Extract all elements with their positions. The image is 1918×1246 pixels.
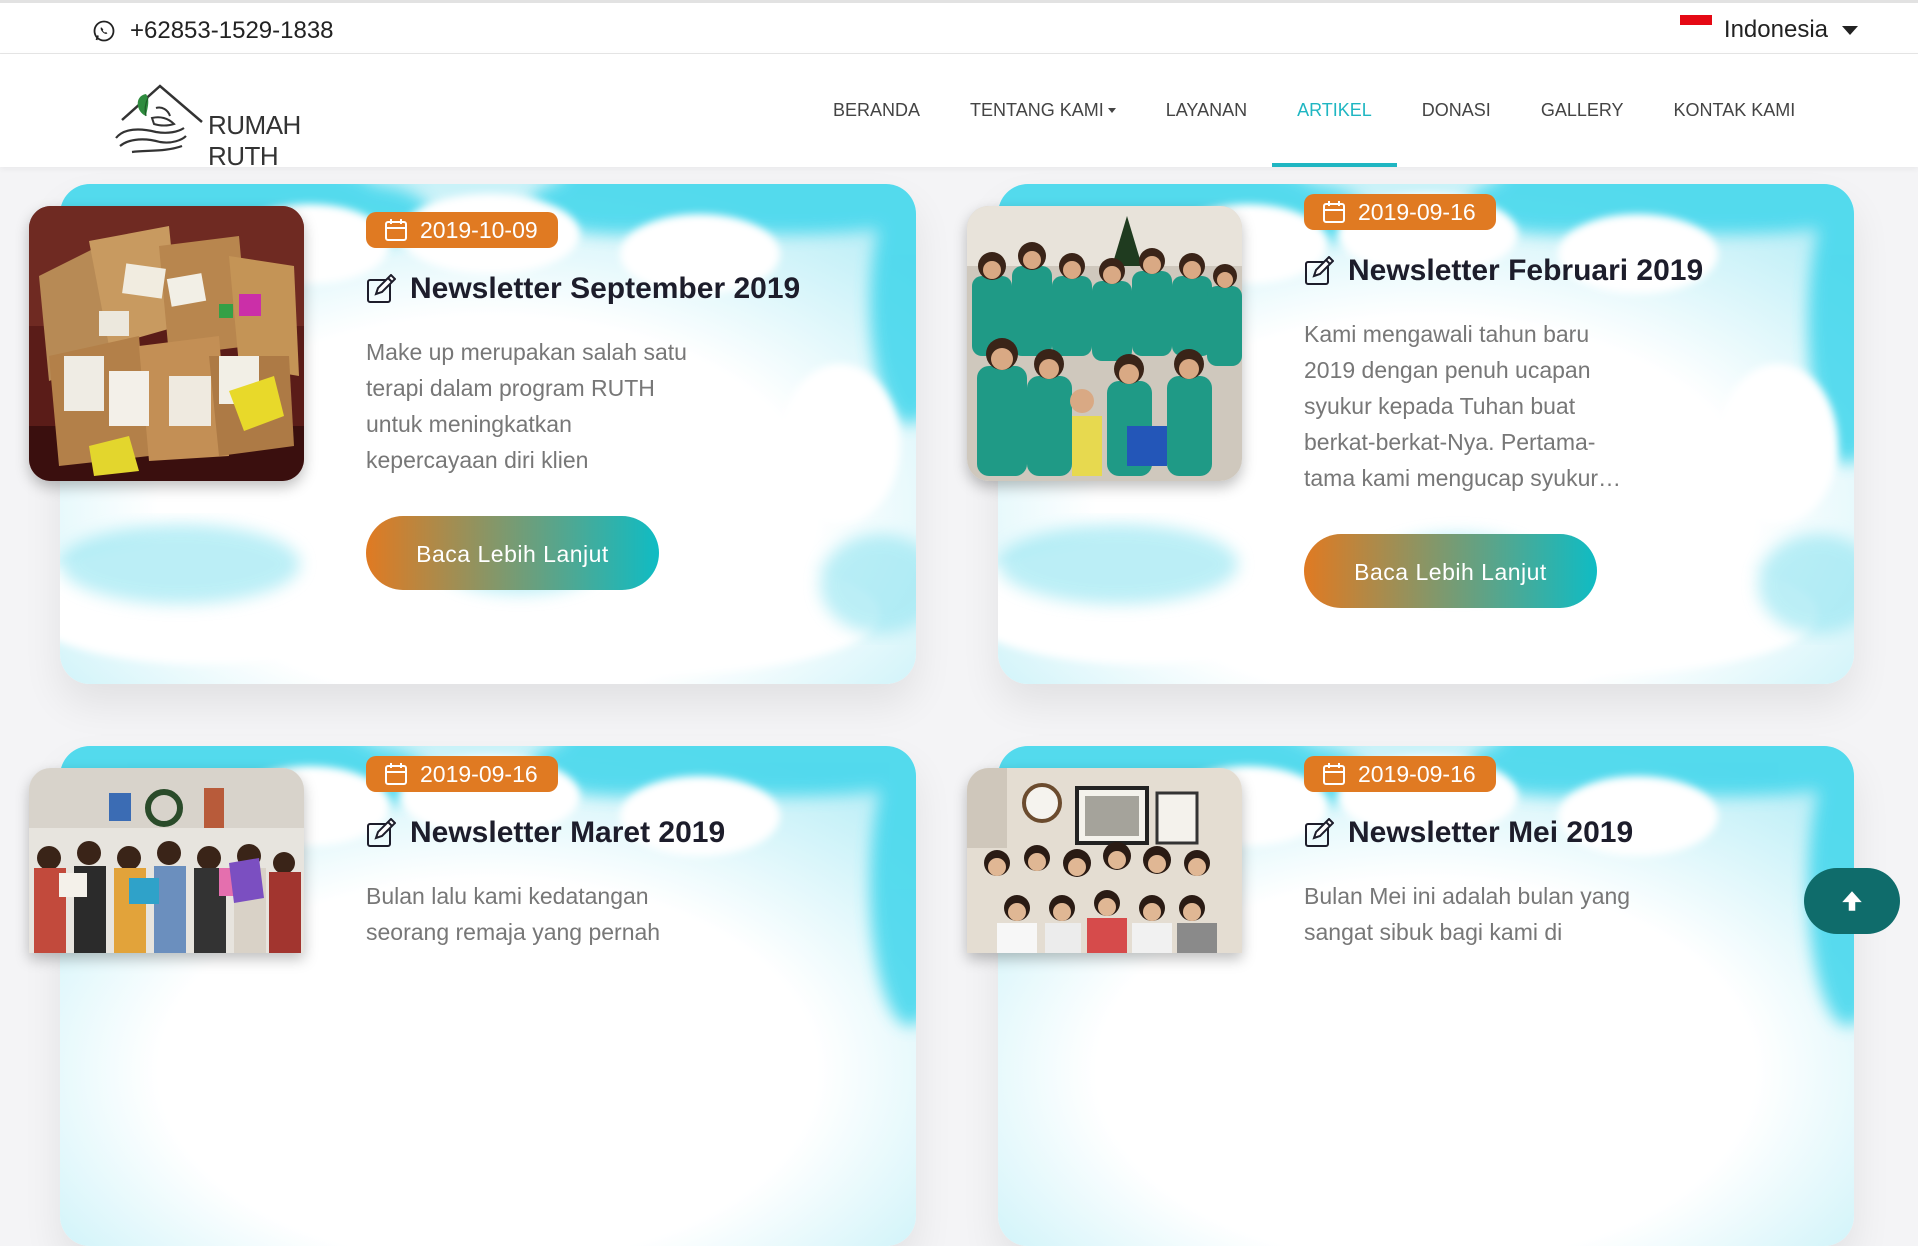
nav-item-kontak-kami[interactable]: KONTAK KAMI (1649, 54, 1821, 167)
brand-name: RUMAH RUTH (208, 110, 301, 171)
article-body: 2019-09-16 Newsletter Februari 2019 Kami… (1304, 194, 1703, 608)
whatsapp-icon (93, 20, 115, 42)
date-badge: 2019-09-16 (1304, 756, 1496, 792)
makeup-gift-bags-photo (29, 206, 304, 481)
calendar-icon (1323, 201, 1345, 223)
article-date: 2019-09-16 (420, 760, 538, 787)
article-date: 2019-09-16 (1358, 760, 1476, 787)
article-title-text[interactable]: Newsletter September 2019 (410, 272, 800, 306)
article-excerpt: Bulan Mei ini adalah bulan yang sangat s… (1304, 883, 1631, 945)
nav-item-beranda[interactable]: BERANDA (808, 54, 945, 167)
nav-label: ARTIKEL (1297, 100, 1372, 120)
group-holding-artworks-photo (29, 768, 304, 953)
nav-item-donasi[interactable]: DONASI (1397, 54, 1516, 167)
indonesia-flag-icon (1679, 15, 1712, 35)
date-badge: 2019-09-16 (366, 756, 558, 792)
article-image[interactable] (29, 206, 304, 481)
chevron-down-icon (1842, 25, 1858, 35)
article-title[interactable]: Newsletter Maret 2019 (366, 816, 725, 850)
article-excerpt: Kami mengawali tahun baru 2019 dengan pe… (1304, 321, 1622, 491)
edit-icon (367, 274, 396, 303)
article-image[interactable] (967, 768, 1242, 953)
phone-number[interactable]: +62853-1529-1838 (130, 17, 334, 45)
nav-label: LAYANAN (1165, 100, 1248, 120)
article-title[interactable]: Newsletter September 2019 (366, 272, 800, 306)
article-image[interactable] (29, 768, 304, 953)
nav-label: DONASI (1421, 100, 1491, 120)
date-badge: 2019-09-16 (1304, 194, 1496, 230)
main-navbar: RUMAH RUTH BERANDA TENTANG KAMI LAYANAN … (0, 54, 1918, 171)
calendar-icon (385, 763, 407, 785)
nav-menu: BERANDA TENTANG KAMI LAYANAN ARTIKEL DON… (808, 54, 1820, 167)
nav-label: GALLERY (1540, 100, 1624, 120)
house-hands-logo-icon (115, 84, 203, 154)
article-excerpt: Make up merupakan salah satu terapi dala… (366, 339, 687, 473)
nav-item-gallery[interactable]: GALLERY (1516, 54, 1649, 167)
top-bar: +62853-1529-1838 Indonesia (0, 0, 1918, 54)
arrow-up-icon (1842, 891, 1862, 911)
article-title-text[interactable]: Newsletter Februari 2019 (1348, 254, 1703, 288)
language-selector[interactable]: Indonesia (1679, 15, 1858, 44)
read-more-button[interactable]: Baca Lebih Lanjut (366, 516, 659, 590)
nav-label: BERANDA (833, 100, 921, 120)
article-body: 2019-09-16 Newsletter Mei 2019 Bulan Mei… (1304, 756, 1634, 950)
phone-contact[interactable]: +62853-1529-1838 (92, 17, 334, 45)
group-photo-green-shirts (967, 206, 1242, 481)
article-date: 2019-09-16 (1358, 198, 1476, 225)
language-label: Indonesia (1723, 16, 1828, 43)
nav-label: TENTANG KAMI (970, 100, 1104, 120)
brand-logo[interactable]: RUMAH RUTH (112, 72, 372, 171)
read-more-button[interactable]: Baca Lebih Lanjut (1304, 534, 1597, 608)
group-indoor-photo (967, 768, 1242, 953)
calendar-icon (385, 219, 407, 241)
nav-item-artikel[interactable]: ARTIKEL (1272, 54, 1397, 167)
article-body: 2019-09-16 Newsletter Maret 2019 Bulan l… (366, 756, 725, 950)
date-badge: 2019-10-09 (366, 212, 558, 248)
article-image[interactable] (967, 206, 1242, 481)
caret-down-icon (1107, 108, 1116, 113)
article-title-text[interactable]: Newsletter Maret 2019 (410, 816, 725, 850)
nav-item-layanan[interactable]: LAYANAN (1141, 54, 1272, 167)
back-to-top-button[interactable] (1804, 868, 1900, 934)
calendar-icon (1323, 763, 1345, 785)
article-title-text[interactable]: Newsletter Mei 2019 (1348, 816, 1633, 850)
article-date: 2019-10-09 (420, 216, 538, 243)
article-body: 2019-10-09 Newsletter September 2019 Mak… (366, 212, 800, 590)
edit-icon (1305, 256, 1334, 285)
edit-icon (367, 818, 396, 847)
nav-item-tentang-kami[interactable]: TENTANG KAMI (945, 54, 1141, 167)
article-excerpt: Bulan lalu kami kedatangan seorang remaj… (366, 883, 661, 945)
nav-label: KONTAK KAMI (1673, 100, 1796, 120)
edit-icon (1305, 818, 1334, 847)
article-title[interactable]: Newsletter Mei 2019 (1304, 816, 1634, 850)
article-title[interactable]: Newsletter Februari 2019 (1304, 254, 1703, 288)
